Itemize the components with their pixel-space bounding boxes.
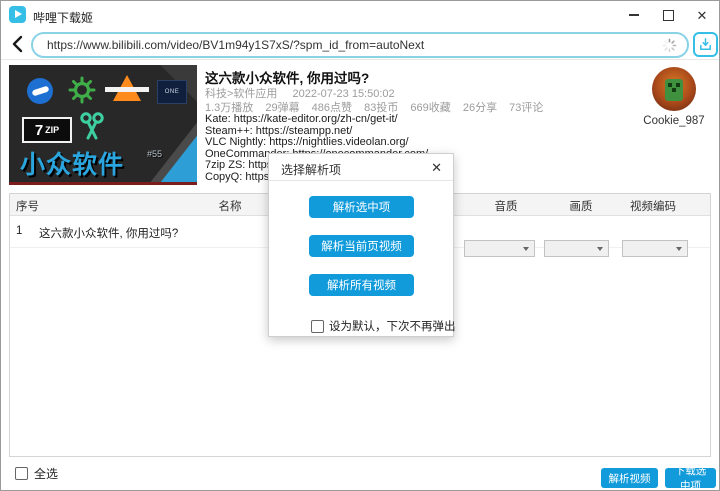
select-all-checkbox[interactable] <box>15 467 28 480</box>
download-selected-button[interactable]: 下载选中项 <box>665 465 716 490</box>
video-title: 这六款小众软件, 你用过吗? <box>205 71 370 86</box>
uploader-name: Cookie_987 <box>643 115 705 127</box>
chevron-down-icon <box>597 247 603 251</box>
chevron-down-icon <box>523 247 529 251</box>
minimize-icon <box>629 14 639 16</box>
thumb-episode-tag: #55 <box>147 149 163 159</box>
stat-shares: 26分享 <box>462 102 498 114</box>
thumb-title: 小众软件 <box>20 151 125 179</box>
maximize-icon <box>662 9 674 21</box>
row-index: 1 <box>16 225 23 237</box>
parse-selected-button[interactable]: 解析选中项 <box>309 196 414 218</box>
select-all-label: 全选 <box>34 467 59 481</box>
thumb-bottom-bar <box>9 182 197 185</box>
maximize-button[interactable] <box>651 1 685 29</box>
close-button[interactable]: ✕ <box>685 1 719 29</box>
audio-quality-select[interactable] <box>464 240 535 257</box>
parse-options-dialog: 选择解析项 ✕ 解析选中项 解析当前页视频 解析所有视频 设为默认，下次不再弹出 <box>268 153 456 337</box>
app-title: 哔哩下载姬 <box>33 11 94 25</box>
column-header-video-codec: 视频编码 <box>630 201 676 213</box>
gear-icon <box>68 76 96 104</box>
copyq-scissors-icon <box>80 112 104 140</box>
stat-favorites: 669收藏 <box>410 102 451 114</box>
video-thumbnail: ONE 7 ZIP 小众软件 #55 <box>9 65 197 185</box>
7zip-icon: 7 ZIP <box>22 117 72 143</box>
onecommander-icon: ONE <box>157 80 187 104</box>
back-icon[interactable] <box>9 34 27 54</box>
app-logo-icon <box>9 6 26 23</box>
app-window: 哔哩下载姬 ✕ https://www.bilibili.com/video/B… <box>0 0 720 491</box>
chevron-down-icon <box>676 247 682 251</box>
titlebar: 哔哩下载姬 ✕ <box>1 1 719 29</box>
window-controls: ✕ <box>617 1 719 29</box>
video-quality-select[interactable] <box>544 240 609 257</box>
set-default-row: 设为默认，下次不再弹出 <box>311 318 456 334</box>
url-input[interactable]: https://www.bilibili.com/video/BV1m94y1S… <box>47 38 662 52</box>
row-name: 这六款小众软件, 你用过吗? <box>39 228 179 240</box>
video-codec-select[interactable] <box>622 240 688 257</box>
parse-current-page-button[interactable]: 解析当前页视频 <box>309 235 414 257</box>
dialog-close-icon[interactable]: ✕ <box>431 160 442 176</box>
close-icon: ✕ <box>696 7 708 23</box>
parse-all-button[interactable]: 解析所有视频 <box>309 274 414 296</box>
set-default-label: 设为默认，下次不再弹出 <box>329 321 456 333</box>
dialog-divider <box>269 180 453 181</box>
set-default-checkbox[interactable] <box>311 319 324 333</box>
minimize-button[interactable] <box>617 1 651 29</box>
vlc-cone-band <box>105 87 149 92</box>
nav-divider <box>1 59 719 60</box>
select-all-row: 全选 <box>15 465 58 482</box>
download-folder-button[interactable] <box>693 32 718 57</box>
description-line: Kate: https://kate-editor.org/zh-cn/get-… <box>205 113 398 125</box>
uploader-avatar <box>652 67 696 111</box>
download-into-tray-icon <box>700 38 711 50</box>
parse-video-button[interactable]: 解析视频 <box>601 468 658 488</box>
dialog-title: 选择解析项 <box>281 163 342 177</box>
url-bar[interactable]: https://www.bilibili.com/video/BV1m94y1S… <box>31 32 689 58</box>
play-icon <box>15 10 22 18</box>
kate-icon <box>27 78 53 104</box>
stat-comments: 73评论 <box>509 102 544 114</box>
loading-spinner-icon <box>662 38 677 52</box>
